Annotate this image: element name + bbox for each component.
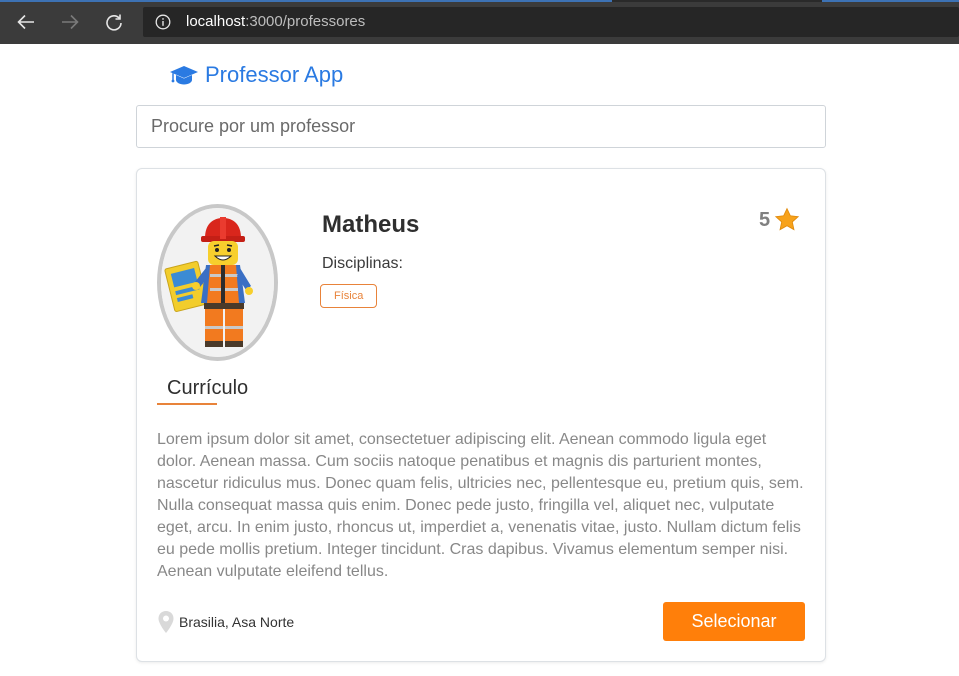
url-host: localhost — [186, 13, 246, 30]
tab-strip-edge — [0, 0, 959, 2]
curriculum-title: Currículo — [167, 377, 249, 399]
search-input[interactable] — [136, 105, 826, 148]
graduation-cap-icon — [170, 66, 198, 85]
professor-avatar — [157, 204, 278, 361]
discipline-tag[interactable]: Física — [320, 284, 378, 308]
arrow-right-icon — [62, 14, 79, 30]
app-brand-title: Professor App — [205, 62, 344, 87]
location-text: Brasilia, Asa Norte — [179, 614, 295, 630]
professor-location: Brasilia, Asa Norte — [157, 610, 294, 634]
curriculum-underline — [157, 403, 217, 405]
disciplines-label: Disciplinas: — [322, 255, 403, 272]
arrow-left-icon — [17, 14, 34, 30]
select-professor-button[interactable]: Selecionar — [663, 602, 805, 641]
info-icon[interactable] — [155, 14, 171, 30]
map-pin-icon — [158, 611, 174, 633]
star-icon — [774, 207, 800, 231]
curriculum-text: Lorem ipsum dolor sit amet, consectetuer… — [157, 431, 804, 580]
refresh-icon — [106, 14, 122, 31]
url-text[interactable]: localhost:3000/professores — [186, 13, 365, 31]
forward-button[interactable] — [55, 8, 85, 36]
back-button[interactable] — [11, 8, 41, 36]
app-brand-link[interactable]: Professor App — [169, 61, 343, 89]
professor-name: Matheus — [322, 211, 420, 238]
refresh-button[interactable] — [99, 8, 129, 36]
professor-rating: 5 — [759, 207, 800, 233]
url-path: :3000/professores — [245, 13, 366, 30]
rating-value: 5 — [759, 208, 771, 231]
professor-card: Matheus 5 Disciplinas: Física Currículo … — [136, 168, 826, 662]
lego-figure-image — [161, 208, 274, 357]
browser-toolbar: localhost:3000/professores — [0, 0, 959, 44]
address-bar[interactable]: localhost:3000/professores — [143, 7, 959, 37]
